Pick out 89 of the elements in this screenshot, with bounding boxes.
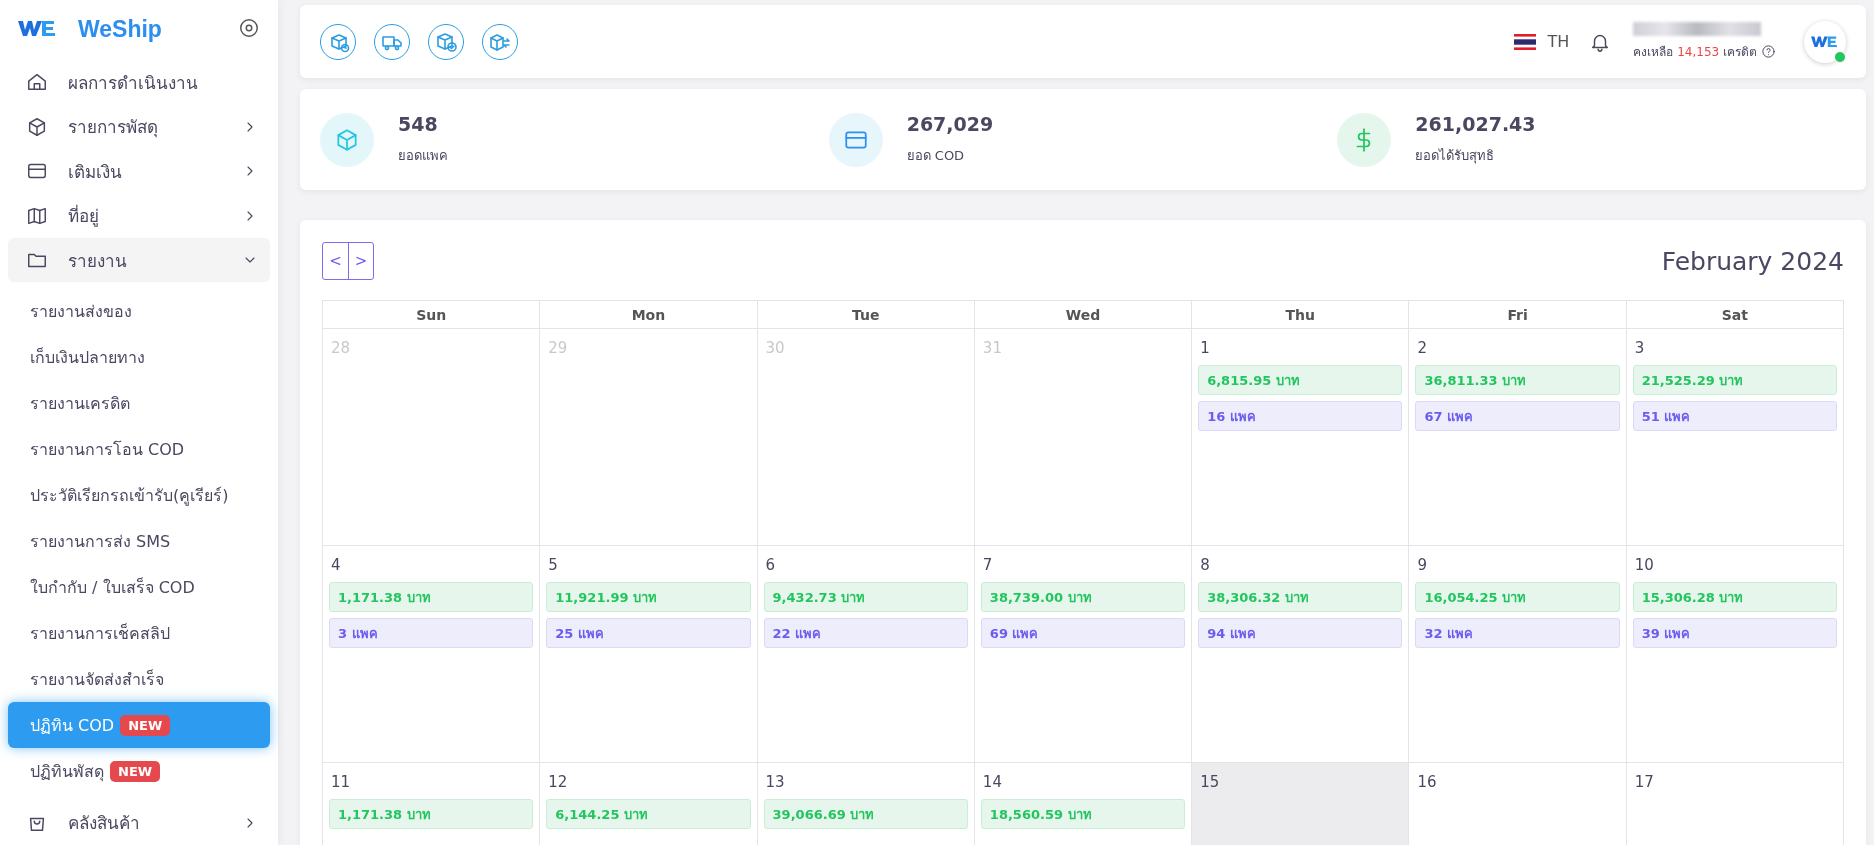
submenu-item[interactable]: รายงานส่งของ [8,288,270,335]
day-cell[interactable]: 14 18,560.59 บาท [974,763,1193,845]
day-number: 1 [1199,339,1211,359]
day-cell[interactable]: 16 [1409,763,1627,845]
day-number: 9 [1416,556,1428,576]
stat-label: ยอดแพค [398,147,448,165]
menu-item[interactable]: รายการพัสดุ [8,104,270,149]
logo-icon [1811,35,1839,48]
packs-event[interactable]: 94 แพค [1198,618,1403,648]
submenu-item[interactable]: รายงานการส่ง SMS [8,518,270,565]
day-cell[interactable]: 1 6,815.95 บาท 16 แพค [1192,329,1410,546]
stat-value: 267,029 [906,113,994,135]
submenu-item[interactable]: ปฏิทิน COD NEW [8,702,270,749]
packs-event[interactable]: 67 แพค [1415,401,1620,431]
day-cell[interactable]: 4 1,171.38 บาท 3 แพค [323,546,541,763]
day-number: 5 [547,556,559,576]
day-number: 8 [1199,556,1211,576]
day-number: 17 [1633,773,1655,793]
weekday-header: Mon [540,301,758,329]
submenu-item[interactable]: ประวัติเรียกรถเข้ารับ(คูเรียร์) [8,472,270,519]
cube-icon [26,115,48,138]
day-cell[interactable]: 2 36,811.33 บาท 67 แพค [1409,329,1627,546]
new-badge: NEW [120,715,171,736]
weekday-header: Sun [323,301,541,329]
day-number: 12 [547,773,569,793]
day-number: 16 [1416,773,1438,793]
day-number: 2 [1416,339,1428,359]
submenu-item[interactable]: ปฏิทินพัสดุ NEW [8,748,270,795]
submenu-item[interactable]: รายงานจัดส่งสำเร็จ [8,656,270,703]
day-cell[interactable]: 13 39,066.69 บาท [757,763,975,845]
day-number: 10 [1633,556,1655,576]
menu-item[interactable]: คลังสินค้า [8,800,270,845]
day-number: 6 [764,556,777,576]
previous-button[interactable]: < [323,243,348,279]
credit-balance: คงเหลือ 14,153 เครดิต [1633,44,1757,61]
day-number: 15 [1199,773,1221,793]
packs-event[interactable]: 16 แพค [1198,401,1403,431]
menu-item[interactable]: รายงาน [8,238,270,283]
submenu-item[interactable]: เก็บเงินปลายทาง [8,334,270,381]
day-cell[interactable]: 15 [1192,763,1410,845]
online-dot [1834,50,1846,63]
menu-item[interactable]: ผลการดำเนินงาน [8,60,270,105]
stat-value: 261,027.43 [1415,113,1536,135]
day-number: 11 [330,773,352,793]
packs-event[interactable]: 25 แพค [546,618,751,648]
target-icon [238,17,260,39]
packs-event[interactable]: 39 แพค [1632,618,1837,648]
weekday-header: Sat [1626,301,1844,329]
packs-event[interactable]: 32 แพค [1415,618,1620,648]
day-number: 13 [764,773,786,793]
day-cell[interactable]: 17 [1626,763,1844,845]
packs-event[interactable]: 3 แพค [329,618,534,648]
packs-event[interactable]: 69 แพค [980,618,1186,648]
packs-event[interactable]: 22 แพค [763,618,968,648]
month-title: February 2024 [1661,246,1844,276]
stat-label: ยอด COD [906,147,966,165]
day-cell[interactable]: 6 9,432.73 บาท 22 แพค [757,546,975,763]
thai-flag-icon [1513,33,1536,50]
help-icon [1761,44,1776,59]
weekday-header: Fri [1409,301,1627,329]
day-cell[interactable]: 11 1,171.38 บาท [323,763,541,845]
next-button[interactable]: > [348,243,373,279]
new-badge: NEW [110,761,161,782]
day-cell[interactable]: 10 15,306.28 บาท 39 แพค [1626,546,1844,763]
submenu-item[interactable]: รายงานเครดิต [8,380,270,427]
menu-item[interactable]: ที่อยู่ [8,193,270,238]
day-number: 4 [330,556,342,576]
day-cell[interactable]: 9 16,054.25 บาท 32 แพค [1409,546,1627,763]
day-number: 14 [981,773,1003,793]
stat-value: 548 [398,113,439,135]
menu-item[interactable]: เติมเงิน [8,149,270,194]
day-cell[interactable]: 3 21,525.29 บาท 51 แพค [1626,329,1844,546]
avatar[interactable] [1804,20,1846,63]
day-cell[interactable]: 5 11,921.99 บาท 25 แพค [540,546,758,763]
submenu-item[interactable]: ใบกำกับ / ใบเสร็จ COD [8,564,270,611]
weekday-header: Wed [974,301,1193,329]
stat-label: ยอดได้รับสุทธิ [1415,147,1496,166]
submenu-item[interactable]: รายงานการโอน COD [8,426,270,473]
submenu-item[interactable]: รายงานการเช็คสลิป [8,610,270,657]
day-cell[interactable]: 7 38,739.00 บาท 69 แพค [974,546,1193,763]
packs-event[interactable]: 51 แพค [1632,401,1837,431]
weekday-header: Thu [1192,301,1410,329]
brand-name: WeShip [78,16,162,44]
weekday-header: Tue [757,301,975,329]
day-cell[interactable]: 12 6,144.25 บาท [540,763,758,845]
day-cell[interactable]: 8 38,306.32 บาท 94 แพค [1192,546,1410,763]
day-number: 3 [1633,339,1646,359]
day-number: 7 [981,556,994,576]
language-selector[interactable]: TH [1547,32,1570,51]
